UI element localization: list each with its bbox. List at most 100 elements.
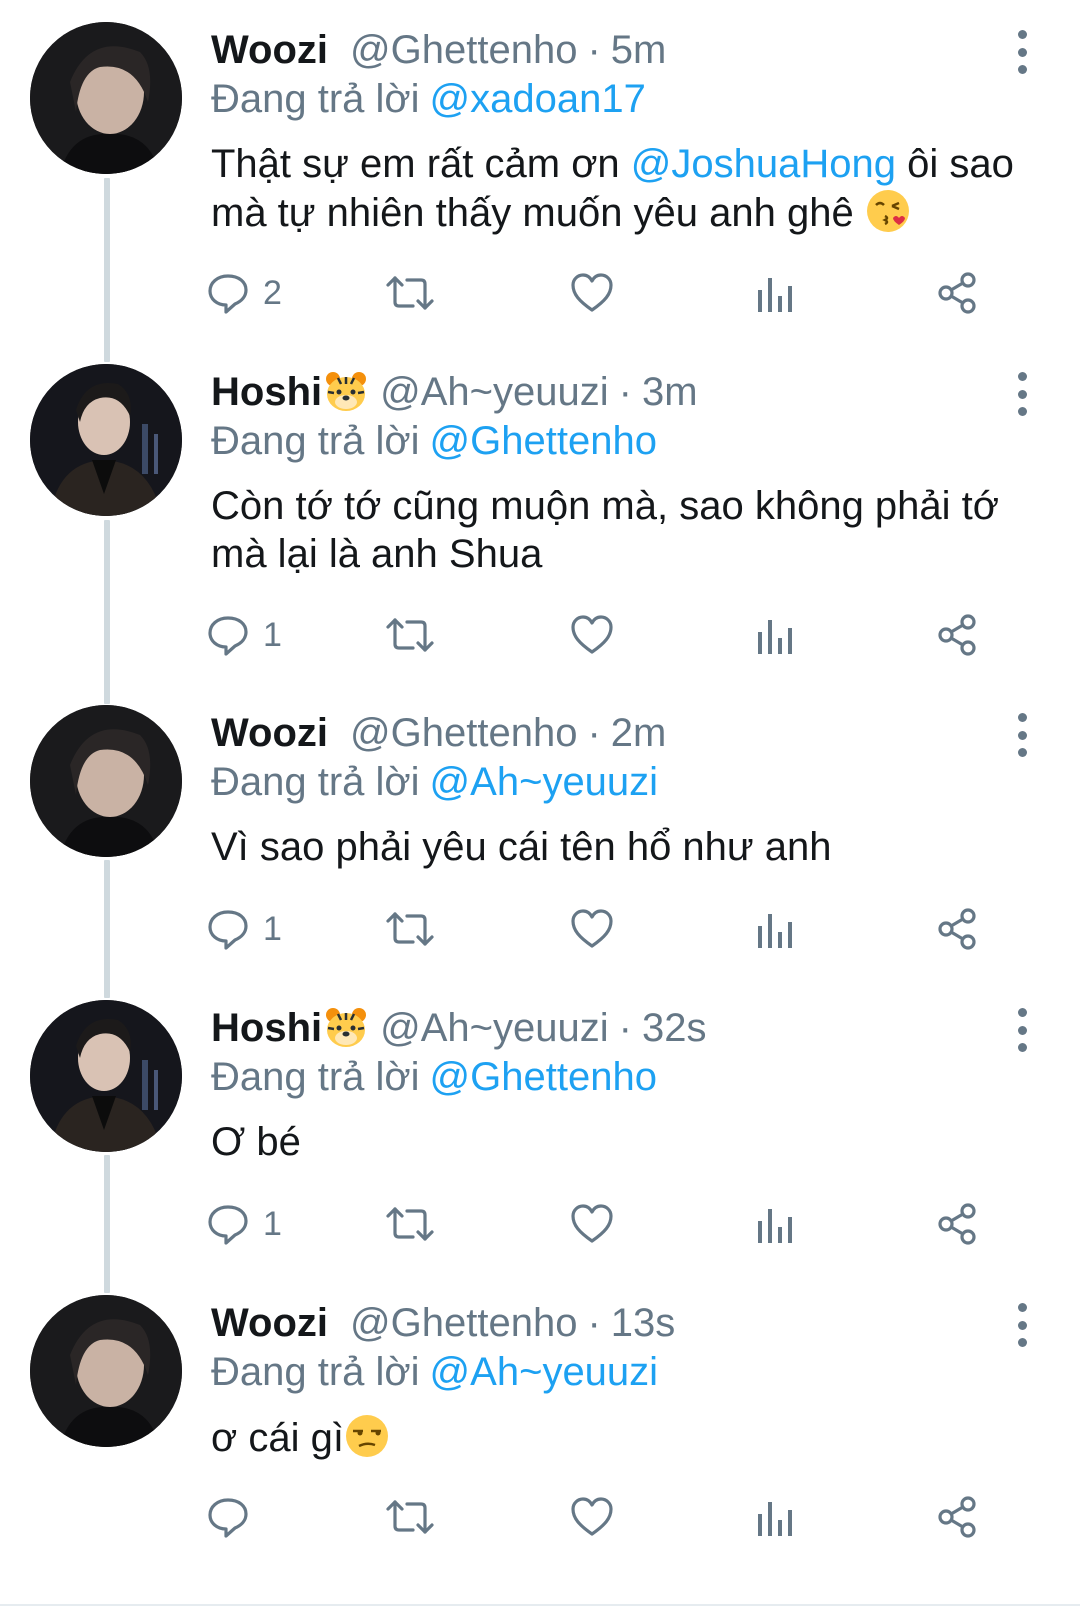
reply-button[interactable]: 2 bbox=[205, 268, 282, 318]
tweet-actions: 2 bbox=[205, 268, 1035, 318]
analytics-button[interactable] bbox=[755, 1199, 795, 1249]
reply-button[interactable]: 1 bbox=[205, 904, 282, 954]
thread-connector bbox=[104, 178, 110, 362]
timestamp[interactable]: 2m bbox=[611, 711, 667, 756]
replying-to-label: Đang trả lời bbox=[211, 1350, 420, 1394]
like-button[interactable] bbox=[569, 268, 615, 318]
share-button[interactable] bbox=[933, 610, 981, 660]
display-name[interactable]: Woozi bbox=[211, 711, 328, 756]
avatar-woozi-image bbox=[30, 705, 182, 857]
avatar[interactable] bbox=[30, 364, 182, 516]
replying-to: Đang trả lời @Ah~yeuuzi bbox=[211, 760, 658, 805]
heart-icon bbox=[571, 615, 613, 654]
share-button[interactable] bbox=[933, 1199, 981, 1249]
like-button[interactable] bbox=[569, 1199, 615, 1249]
tweet-actions: 1 bbox=[205, 610, 1035, 660]
more-vertical-icon[interactable] bbox=[1012, 30, 1032, 74]
display-name[interactable]: Woozi bbox=[211, 28, 328, 73]
replying-to-mention[interactable]: @Ghettenho bbox=[430, 419, 657, 463]
timestamp[interactable]: 5m bbox=[611, 28, 667, 73]
replying-to: Đang trả lời @Ah~yeuuzi bbox=[211, 1350, 658, 1395]
share-button[interactable] bbox=[933, 268, 981, 318]
avatar[interactable] bbox=[30, 1295, 182, 1447]
more-vertical-icon[interactable] bbox=[1012, 1008, 1032, 1052]
timestamp[interactable]: 32s bbox=[642, 1006, 707, 1051]
tweet-text-part: Vì sao phải yêu cái tên hổ như anh bbox=[211, 825, 832, 869]
more-vertical-icon[interactable] bbox=[1012, 372, 1032, 416]
user-handle[interactable]: @Ghettenho bbox=[350, 711, 577, 756]
separator-dot: · bbox=[587, 27, 601, 72]
avatar[interactable] bbox=[30, 705, 182, 857]
tweet-text-part: Ơ bé bbox=[211, 1120, 301, 1164]
tweet-header: Woozi @Ghettenho · 13s bbox=[211, 1299, 675, 1347]
user-handle[interactable]: @Ghettenho bbox=[350, 1301, 577, 1346]
replying-to: Đang trả lời @xadoan17 bbox=[211, 77, 646, 122]
heart-icon bbox=[571, 1204, 613, 1243]
analytics-button[interactable] bbox=[755, 610, 795, 660]
reply-thread: Woozi @Ghettenho · 5m Đang trả lời @xadoa… bbox=[0, 0, 1080, 1612]
replying-to-label: Đang trả lời bbox=[211, 1055, 420, 1099]
replying-to-mention[interactable]: @Ah~yeuuzi bbox=[430, 760, 659, 804]
retweet-button[interactable] bbox=[385, 610, 435, 660]
retweet-icon bbox=[386, 1207, 434, 1241]
analytics-button[interactable] bbox=[755, 1492, 795, 1542]
tweet-text: Ơ bé bbox=[211, 1118, 1021, 1166]
mention-link[interactable]: @JoshuaHong bbox=[631, 142, 896, 186]
user-handle[interactable]: @Ah~yeuuzi bbox=[380, 370, 609, 415]
timestamp[interactable]: 3m bbox=[642, 370, 698, 415]
like-button[interactable] bbox=[569, 904, 615, 954]
analytics-button[interactable] bbox=[755, 904, 795, 954]
retweet-button[interactable] bbox=[385, 1492, 435, 1542]
share-icon bbox=[938, 614, 976, 656]
thread-connector bbox=[104, 520, 110, 704]
analytics-button[interactable] bbox=[755, 268, 795, 318]
tiger-face-icon bbox=[326, 1008, 367, 1047]
share-button[interactable] bbox=[933, 1492, 981, 1542]
user-handle[interactable]: @Ah~yeuuzi bbox=[380, 1006, 609, 1051]
tweet-header: Hoshi @Ah~yeuuzi · 3m bbox=[211, 368, 698, 416]
tweet-actions: 1 bbox=[205, 904, 1035, 954]
timestamp[interactable]: 13s bbox=[611, 1301, 676, 1346]
reply-icon bbox=[208, 910, 248, 950]
user-handle[interactable]: @Ghettenho bbox=[350, 28, 577, 73]
replying-to-mention[interactable]: @Ah~yeuuzi bbox=[430, 1350, 659, 1394]
avatar[interactable] bbox=[30, 22, 182, 174]
reply-button[interactable] bbox=[205, 1492, 263, 1542]
retweet-button[interactable] bbox=[385, 904, 435, 954]
retweet-button[interactable] bbox=[385, 1199, 435, 1249]
share-icon bbox=[938, 908, 976, 950]
retweet-icon bbox=[386, 276, 434, 310]
divider bbox=[0, 1604, 1080, 1606]
more-vertical-icon[interactable] bbox=[1012, 1303, 1032, 1347]
share-icon bbox=[938, 1496, 976, 1538]
more-vertical-icon[interactable] bbox=[1012, 713, 1032, 757]
reply-button[interactable]: 1 bbox=[205, 1199, 282, 1249]
tweet-actions bbox=[205, 1492, 1035, 1542]
avatar-woozi-image bbox=[30, 22, 182, 174]
replying-to-mention[interactable]: @xadoan17 bbox=[430, 77, 646, 121]
reply-icon bbox=[208, 274, 248, 314]
display-name[interactable]: Hoshi bbox=[211, 1006, 322, 1051]
avatar-hoshi-image bbox=[30, 364, 182, 516]
display-name[interactable]: Hoshi bbox=[211, 370, 322, 415]
reply-count: 2 bbox=[263, 273, 282, 312]
like-button[interactable] bbox=[569, 610, 615, 660]
face-blowing-a-kiss-icon bbox=[866, 190, 909, 232]
share-icon bbox=[938, 1203, 976, 1245]
heart-icon bbox=[571, 909, 613, 948]
reply-button[interactable]: 1 bbox=[205, 610, 282, 660]
retweet-button[interactable] bbox=[385, 268, 435, 318]
thread-connector bbox=[104, 1155, 110, 1293]
analytics-icon bbox=[758, 1502, 792, 1536]
reply-icon bbox=[208, 1498, 248, 1538]
display-name[interactable]: Woozi bbox=[211, 1301, 328, 1346]
retweet-icon bbox=[386, 618, 434, 652]
like-button[interactable] bbox=[569, 1492, 615, 1542]
tweet-text: ơ cái gì bbox=[211, 1413, 1021, 1462]
share-button[interactable] bbox=[933, 904, 981, 954]
analytics-icon bbox=[758, 278, 792, 312]
separator-dot: · bbox=[587, 710, 601, 755]
replying-to-mention[interactable]: @Ghettenho bbox=[430, 1055, 657, 1099]
heart-icon bbox=[571, 1497, 613, 1536]
avatar[interactable] bbox=[30, 1000, 182, 1152]
